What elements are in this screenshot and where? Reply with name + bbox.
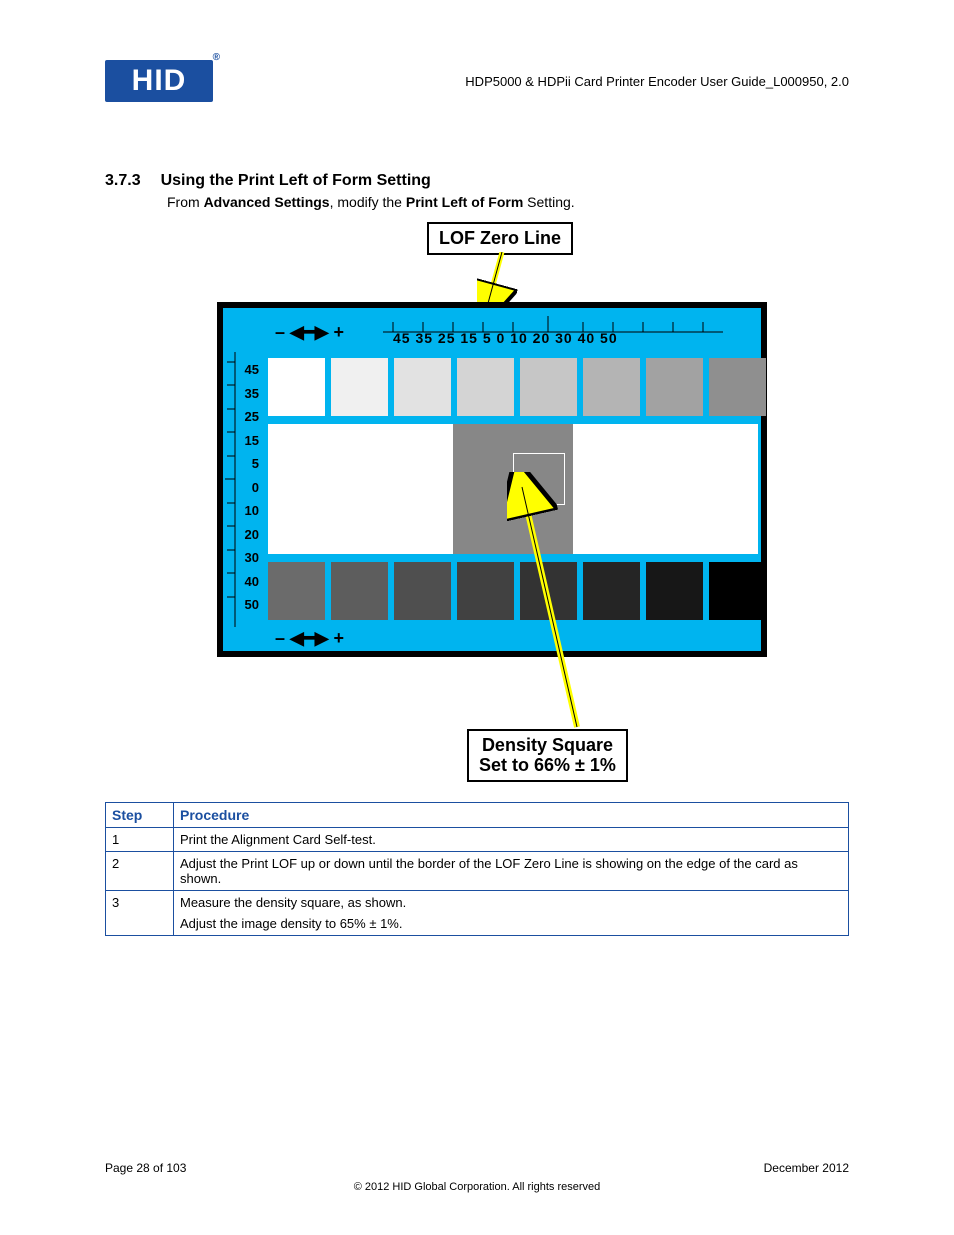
col-procedure: Procedure <box>174 803 849 828</box>
table-row: 3 Measure the density square, as shown. … <box>106 891 849 936</box>
gray-square <box>331 358 388 416</box>
intro-text: From <box>167 194 204 210</box>
hid-logo: HID <box>105 60 213 102</box>
lof-zero-line-label: LOF Zero Line <box>427 222 573 255</box>
direction-arrow-icon: – ◀━▶ + <box>275 628 344 649</box>
y-tick: 10 <box>235 499 259 523</box>
y-tick: 25 <box>235 405 259 429</box>
y-tick: 40 <box>235 570 259 594</box>
gray-square <box>268 562 325 620</box>
gray-square <box>520 358 577 416</box>
gray-square <box>331 562 388 620</box>
intro-text: , modify the <box>330 194 406 210</box>
col-step: Step <box>106 803 174 828</box>
arrow-bottom-icon <box>507 472 627 742</box>
cell-step: 2 <box>106 852 174 891</box>
cell-step: 1 <box>106 828 174 852</box>
document-title: HDP5000 & HDPii Card Printer Encoder Use… <box>465 74 849 89</box>
grayscale-top-row <box>268 358 766 416</box>
cell-proc: Print the Alignment Card Self-test. <box>174 828 849 852</box>
y-tick: 20 <box>235 523 259 547</box>
y-tick: 0 <box>235 476 259 500</box>
section-number: 3.7.3 <box>105 172 141 190</box>
density-square-label: Density Square Set to 66% ± 1% <box>467 729 628 782</box>
gray-square <box>646 358 703 416</box>
copyright: © 2012 HID Global Corporation. All right… <box>105 1181 849 1193</box>
x-axis-labels: 45 35 25 15 5 0 10 20 30 40 50 <box>393 330 618 346</box>
cell-line: Adjust the image density to 65% ± 1%. <box>180 916 842 931</box>
section-title: Using the Print Left of Form Setting <box>161 172 431 190</box>
table-row: 2 Adjust the Print LOF up or down until … <box>106 852 849 891</box>
intro-bold: Print Left of Form <box>406 194 523 210</box>
table-header-row: Step Procedure <box>106 803 849 828</box>
section-intro: From Advanced Settings, modify the Print… <box>167 194 849 210</box>
y-tick: 45 <box>235 358 259 382</box>
y-axis-labels: 45 35 25 15 5 0 10 20 30 40 50 <box>235 358 259 617</box>
gray-square <box>268 358 325 416</box>
cell-step: 3 <box>106 891 174 936</box>
y-tick: 50 <box>235 593 259 617</box>
y-tick: 35 <box>235 382 259 406</box>
page-footer: Page 28 of 103 December 2012 © 2012 HID … <box>105 1161 849 1193</box>
table-row: 1 Print the Alignment Card Self-test. <box>106 828 849 852</box>
direction-arrow-icon: – ◀━▶ + <box>275 322 344 343</box>
gray-square <box>394 562 451 620</box>
gray-square <box>709 358 766 416</box>
cell-line: Measure the density square, as shown. <box>180 895 842 910</box>
procedure-table: Step Procedure 1 Print the Alignment Car… <box>105 802 849 936</box>
alignment-card: 45 35 25 15 5 0 10 20 30 40 50 – ◀━▶ + –… <box>217 302 767 657</box>
gray-square <box>457 358 514 416</box>
cell-proc: Measure the density square, as shown. Ad… <box>174 891 849 936</box>
gray-square <box>457 562 514 620</box>
y-tick: 30 <box>235 546 259 570</box>
footer-date: December 2012 <box>764 1161 849 1175</box>
gray-square <box>646 562 703 620</box>
y-tick: 15 <box>235 429 259 453</box>
page-number: Page 28 of 103 <box>105 1161 186 1175</box>
gray-square <box>709 562 766 620</box>
alignment-diagram: LOF Zero Line 45 35 25 15 5 0 10 20 30 <box>167 222 787 782</box>
gray-square <box>394 358 451 416</box>
page-header: HID HDP5000 & HDPii Card Printer Encoder… <box>105 60 849 102</box>
intro-bold: Advanced Settings <box>204 194 330 210</box>
intro-text: Setting. <box>523 194 574 210</box>
gray-square <box>583 358 640 416</box>
callout-line: Density Square <box>479 735 616 756</box>
section-heading: 3.7.3 Using the Print Left of Form Setti… <box>105 172 849 190</box>
cell-proc: Adjust the Print LOF up or down until th… <box>174 852 849 891</box>
y-tick: 5 <box>235 452 259 476</box>
callout-line: Set to 66% ± 1% <box>479 755 616 776</box>
